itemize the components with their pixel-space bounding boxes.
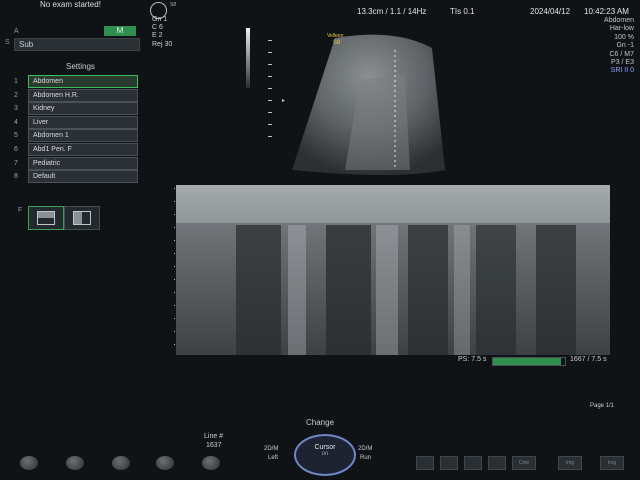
right-mode-label: 2D/M (358, 446, 373, 452)
change-label: Change (306, 418, 335, 427)
softkey-4[interactable] (488, 456, 506, 470)
preset-label: Abdomen 1 (28, 129, 138, 143)
power-value: 100 % (614, 33, 634, 41)
label-s: S (5, 39, 10, 46)
label-a: A (14, 28, 19, 35)
probe-label: Velleen (327, 33, 344, 39)
preset-label: Kidney (28, 102, 138, 116)
sub-label: Sub (19, 40, 34, 49)
cursor-knob-button[interactable]: Cursor on (294, 434, 356, 476)
depth-scale (268, 40, 272, 140)
preset-item-liver[interactable]: 4 Liver (14, 115, 138, 129)
bmode-image[interactable] (240, 20, 500, 180)
preset-item-kidney[interactable]: 3 Kidney (14, 102, 138, 116)
gain-adjust: Gn -1 (616, 42, 634, 50)
preset-number: 3 (14, 105, 18, 113)
line-value: 1637 (206, 442, 222, 449)
preset-item-abdomen[interactable]: 1 Abdomen (14, 75, 138, 88)
preset-number: 1 (14, 78, 18, 85)
depth-frequency: 13.3cm / 1.1 / 14Hz (357, 7, 427, 16)
harmonic-mode: Har-low (609, 25, 634, 33)
tis-value: TIs 0.1 (450, 7, 475, 16)
preset-label: Pediatric (28, 156, 138, 170)
layout-side-icon (73, 211, 91, 225)
img-label: Img (565, 460, 575, 466)
preset-number: 6 (14, 145, 18, 153)
hardware-knob-1[interactable] (20, 456, 38, 470)
hardware-knob-3[interactable] (112, 456, 130, 470)
right-sub-label: Run (360, 455, 372, 461)
grayscale-bar (246, 28, 250, 88)
edge-value: E 2 (152, 32, 163, 40)
cm-values: C6 / M7 (609, 50, 634, 58)
pe-values: P3 / E3 (611, 59, 634, 67)
mode-badge[interactable]: M (104, 26, 136, 36)
exam-time: 10:42:23 AM (584, 7, 629, 16)
preset-label: Abdomen (28, 75, 138, 88)
preset-label: Default (28, 170, 138, 184)
cursor-label: Cursor (314, 444, 336, 451)
preset-label: Abdomen H.R. (28, 88, 138, 102)
gain-value: Gn 1 (152, 16, 168, 23)
line-label: Line # (204, 433, 224, 440)
exam-date: 2024/04/12 (530, 7, 571, 16)
img-button-1[interactable]: Img (558, 456, 582, 470)
frame-counter: 1667 / 7.5 s (570, 356, 607, 363)
preset-name: Abdomen (604, 17, 634, 24)
left-sub-label: Left (268, 455, 279, 461)
cine-label: Cine (518, 460, 530, 466)
label-f: F (18, 207, 23, 214)
preset-list: 1 Abdomen 2 Abdomen H.R. 3 Kidney 4 Liver 5 A… (14, 75, 138, 185)
sri-value: SRI II 0 (610, 67, 634, 75)
exam-status: No exam started! (40, 0, 101, 9)
compound-value: C 6 (152, 24, 163, 32)
sweep-progress-bar (492, 357, 566, 366)
right-params: Abdomen Har-low 100 % Gn -1 C6 / M7 P3 /… (604, 17, 634, 76)
preset-item-pediatric[interactable]: 7 Pediatric (14, 156, 138, 170)
softkey-1[interactable] (416, 456, 434, 470)
cursor-state: on (321, 451, 329, 457)
left-mode-label: 2D/M (264, 446, 279, 452)
reject-value: Rej 30 (152, 40, 173, 48)
preset-number: 8 (14, 173, 18, 181)
mmode-trace (176, 185, 610, 355)
mmode-depth-scale (174, 188, 175, 354)
hardware-knob-2[interactable] (66, 456, 84, 470)
probe-model: S8 (170, 2, 177, 8)
preset-item-default[interactable]: 8 Default (14, 170, 138, 184)
preset-number: 7 (14, 159, 18, 167)
probe-sub: S8 (333, 40, 341, 46)
focus-marker-icon[interactable]: ▸ (282, 97, 285, 104)
image-gain-params: Gn 1 C 6 E 2 Rej 30 (152, 16, 172, 49)
preset-item-abd1-pen[interactable]: 6 Abd1 Pen. F (14, 142, 138, 156)
softkey-2[interactable] (440, 456, 458, 470)
preset-item-abdomen-1[interactable]: 5 Abdomen 1 (14, 129, 138, 143)
settings-title: Settings (66, 62, 95, 71)
preset-label: Liver (28, 115, 138, 129)
preset-label: Abd1 Pen. F (28, 142, 138, 156)
hardware-knob-5[interactable] (202, 456, 220, 470)
preset-number: 5 (14, 132, 18, 140)
sweep-speed: PS: 7.5 s (458, 356, 487, 363)
layout-side-by-side-button[interactable] (64, 206, 100, 230)
img-label: Img (607, 460, 617, 466)
preset-number: 2 (14, 91, 18, 99)
hardware-knob-4[interactable] (156, 456, 174, 470)
layout-top-bottom-button[interactable] (28, 206, 64, 230)
page-indicator: Page 1/1 (590, 403, 615, 409)
cine-button[interactable]: Cine (512, 456, 536, 470)
sub-selector[interactable]: S Sub (5, 38, 140, 51)
softkey-3[interactable] (464, 456, 482, 470)
layout-split-icon (37, 211, 55, 225)
img-button-2[interactable]: Img (600, 456, 624, 470)
sweep-progress-fill (493, 358, 562, 365)
preset-item-abdomen-hr[interactable]: 2 Abdomen H.R. (14, 88, 138, 102)
preset-number: 4 (14, 118, 18, 126)
